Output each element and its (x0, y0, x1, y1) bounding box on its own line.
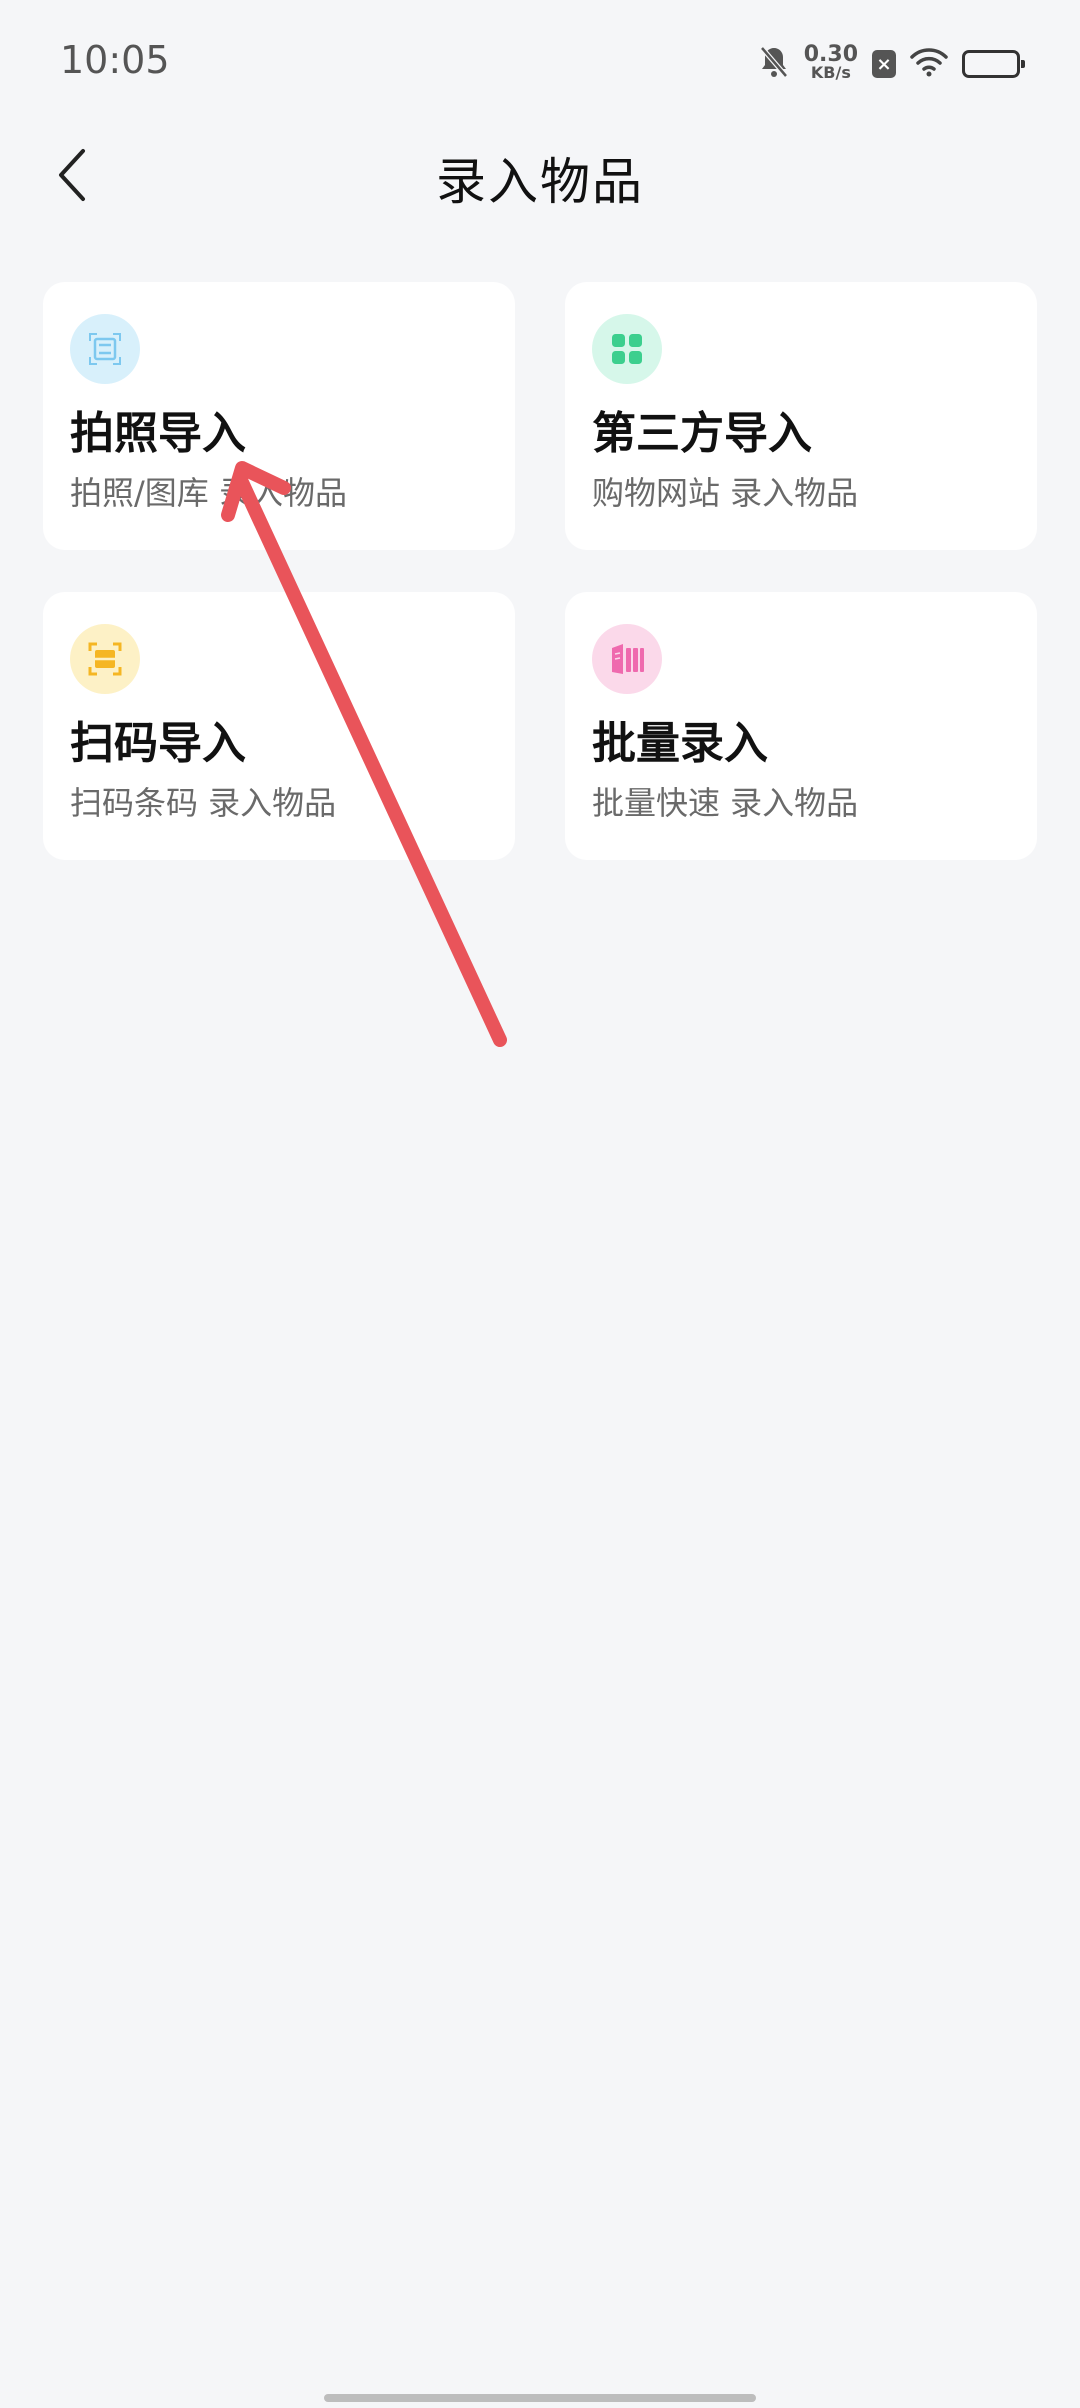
batch-books-icon (592, 624, 662, 694)
card-subtitle: 扫码条码 录入物品 (70, 784, 337, 822)
battery-icon (962, 50, 1025, 78)
app-header: 录入物品 (0, 120, 1080, 230)
photo-import-card[interactable]: 拍照导入 拍照/图库 录入物品 (43, 282, 515, 550)
x-badge-icon: × (872, 50, 896, 78)
status-icons: 0.30 KB/s × (758, 40, 1025, 88)
status-time: 10:05 (60, 38, 170, 82)
card-title: 第三方导入 (592, 408, 812, 459)
home-indicator[interactable] (324, 2394, 756, 2402)
status-bar: 10:05 0.30 KB/s × (0, 0, 1080, 120)
third-party-import-card[interactable]: 第三方导入 购物网站 录入物品 (565, 282, 1037, 550)
network-speed-unit: KB/s (810, 63, 851, 82)
import-options-grid: 拍照导入 拍照/图库 录入物品 第三方导入 购物网站 录入物品 扫码导入 扫码条… (43, 282, 1037, 860)
card-subtitle: 拍照/图库 录入物品 (70, 474, 347, 512)
card-title: 拍照导入 (70, 408, 246, 459)
card-title: 批量录入 (592, 718, 768, 769)
network-speed: 0.30 KB/s (803, 42, 858, 82)
scan-import-card[interactable]: 扫码导入 扫码条码 录入物品 (43, 592, 515, 860)
grid-apps-icon (592, 314, 662, 384)
bell-mute-icon (758, 45, 790, 83)
page-title: 录入物品 (436, 153, 644, 211)
card-title: 扫码导入 (70, 718, 246, 769)
card-subtitle: 批量快速 录入物品 (592, 784, 859, 822)
network-speed-value: 0.30 (803, 42, 858, 67)
wifi-icon (910, 47, 948, 81)
scan-photo-icon (70, 314, 140, 384)
batch-import-card[interactable]: 批量录入 批量快速 录入物品 (565, 592, 1037, 860)
card-subtitle: 购物网站 录入物品 (592, 474, 859, 512)
barcode-scan-icon (70, 624, 140, 694)
